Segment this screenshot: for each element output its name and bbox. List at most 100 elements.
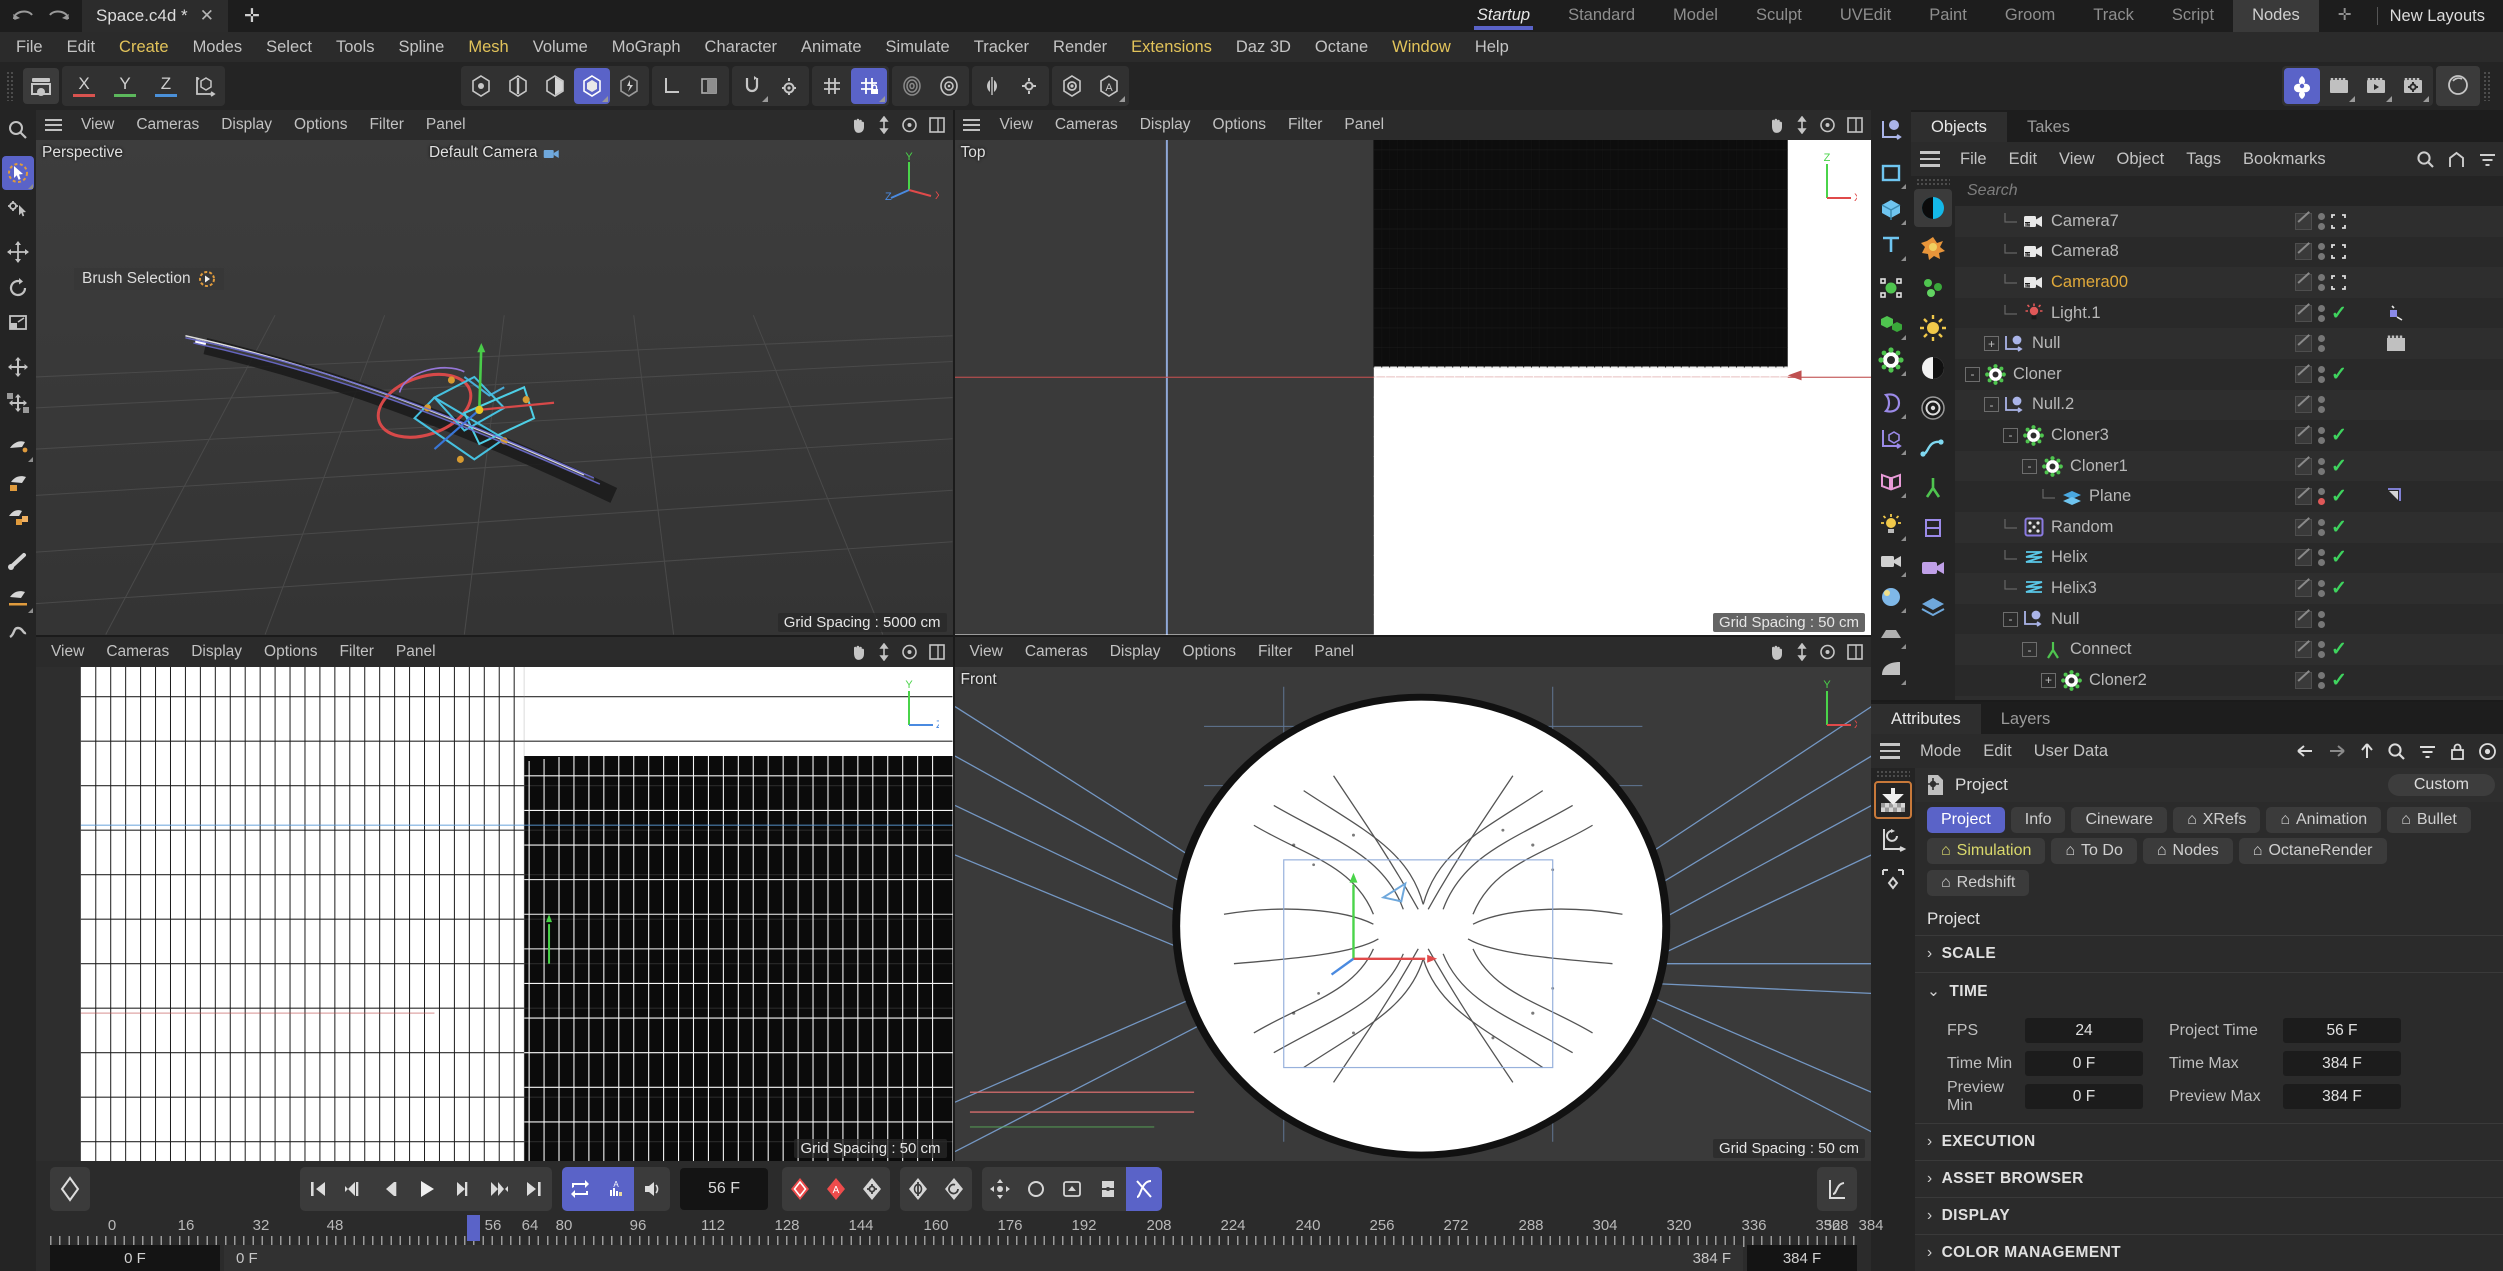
previous-frame-icon[interactable] — [372, 1167, 408, 1211]
camera-palette-icon[interactable] — [1914, 549, 1952, 587]
key-interpolation-icon[interactable] — [1090, 1167, 1126, 1211]
enabled-check-icon[interactable]: ✓ — [2331, 487, 2347, 506]
axis-mode-icon[interactable] — [654, 68, 690, 104]
axis-icon[interactable] — [1875, 422, 1907, 456]
add-layout-icon[interactable]: ✛ — [2319, 0, 2371, 32]
field-input[interactable]: 0 F — [2025, 1084, 2143, 1109]
enabled-check-icon[interactable]: ✓ — [2331, 579, 2347, 598]
viewport-top-canvas[interactable]: Top Z X Grid Spacing : 50 cm — [955, 140, 1872, 635]
axis-center-icon[interactable] — [1874, 861, 1912, 899]
enabled-check-icon[interactable]: ✓ — [2331, 640, 2347, 659]
collapse-icon[interactable]: - — [2003, 428, 2018, 443]
field-input[interactable]: 384 F — [2283, 1084, 2401, 1109]
object-tree-row[interactable]: -Cloner1✓ — [1955, 451, 2503, 482]
connector-icon[interactable] — [1914, 469, 1952, 507]
visibility-dots[interactable] — [2318, 519, 2325, 536]
maximize-view-icon[interactable] — [929, 117, 945, 133]
enabled-check-icon[interactable]: ✓ — [2331, 548, 2347, 567]
import-icon[interactable] — [1874, 781, 1912, 819]
timeline-playhead[interactable] — [467, 1215, 480, 1241]
editor-toggle-icon[interactable] — [2295, 641, 2312, 658]
menu-mesh[interactable]: Mesh — [456, 38, 520, 57]
zoom-vertical-icon[interactable] — [1796, 643, 1808, 661]
object-tags[interactable] — [2385, 334, 2407, 354]
viewport-menu-cameras[interactable]: Cameras — [125, 116, 210, 134]
visibility-dots[interactable] — [2318, 458, 2325, 475]
visibility-dots[interactable] — [2318, 335, 2325, 352]
cloner-icon[interactable] — [1875, 343, 1907, 377]
render-picture-icon[interactable] — [1054, 68, 1090, 104]
forward-arrow-icon[interactable] — [2327, 742, 2347, 760]
render-box-icon[interactable] — [2331, 244, 2346, 259]
enabled-check-icon[interactable]: ✓ — [2331, 365, 2347, 384]
deformer-icon[interactable] — [1875, 271, 1907, 305]
expand-icon[interactable]: + — [2041, 673, 2056, 688]
preset-chip[interactable]: Custom — [2388, 774, 2495, 796]
home-icon[interactable] — [2447, 150, 2466, 169]
attr-tab-info[interactable]: Info — [2011, 807, 2066, 833]
render-box-icon[interactable] — [2331, 214, 2346, 229]
timeline-preview-strip[interactable]: 0 F 384 F — [224, 1245, 1743, 1271]
layout-tab-nodes[interactable]: Nodes — [2233, 0, 2319, 32]
move-object-icon[interactable] — [2, 386, 34, 420]
filter-icon[interactable] — [2478, 150, 2497, 169]
sun-icon[interactable] — [1914, 309, 1952, 347]
viewport-menu-options[interactable]: Options — [253, 643, 328, 661]
objects-menu-view[interactable]: View — [2048, 150, 2105, 169]
next-keyframe-icon[interactable] — [480, 1167, 516, 1211]
current-frame-field[interactable]: 56 F — [680, 1168, 768, 1210]
viewport-menu-display[interactable]: Display — [1129, 116, 1202, 134]
palette-grip[interactable] — [1876, 770, 1910, 779]
menu-volume[interactable]: Volume — [521, 38, 600, 57]
menu-window[interactable]: Window — [1380, 38, 1463, 57]
point-level-animation-icon[interactable] — [982, 1167, 1018, 1211]
menu-extensions[interactable]: Extensions — [1119, 38, 1224, 57]
viewport-menu-cameras[interactable]: Cameras — [95, 643, 180, 661]
object-tree-row[interactable]: -Connect✓ — [1955, 634, 2503, 665]
search-icon[interactable] — [2387, 742, 2406, 761]
object-tree-row[interactable]: Spline Wrap✓ — [1955, 696, 2503, 701]
object-name[interactable]: Camera7 — [2051, 212, 2119, 231]
undo-icon[interactable] — [10, 5, 36, 27]
editor-toggle-icon[interactable] — [2295, 274, 2312, 291]
scale-icon[interactable] — [2, 307, 34, 341]
cube-icon[interactable] — [1875, 192, 1907, 226]
layout-tab-standard[interactable]: Standard — [1549, 0, 1654, 32]
zoom-vertical-icon[interactable] — [878, 116, 890, 134]
document-tab[interactable]: Space.c4d * ✕ — [82, 0, 228, 32]
sky-icon[interactable] — [1914, 349, 1952, 387]
viewport-right[interactable]: View Cameras Display Options Filter Pane… — [36, 637, 953, 1162]
floor-icon[interactable] — [1875, 616, 1907, 650]
object-name[interactable]: Helix — [2051, 548, 2088, 567]
render-to-picture-viewer-icon[interactable] — [2321, 68, 2357, 104]
camera-icon[interactable] — [1875, 544, 1907, 578]
enabled-check-icon[interactable]: ✓ — [2331, 457, 2347, 476]
back-arrow-icon[interactable] — [2295, 742, 2315, 760]
editor-toggle-icon[interactable] — [2295, 427, 2312, 444]
render-view-icon[interactable] — [894, 68, 930, 104]
viewport-menu-options[interactable]: Options — [1172, 643, 1247, 661]
render-box-icon[interactable] — [2331, 275, 2346, 290]
editor-toggle-icon[interactable] — [2295, 580, 2312, 597]
rotation-key-icon[interactable] — [936, 1167, 972, 1211]
layout-tab-model[interactable]: Model — [1654, 0, 1737, 32]
axis-lock-x[interactable]: X — [64, 68, 104, 104]
visibility-dots[interactable] — [2318, 611, 2325, 628]
objects-menu-edit[interactable]: Edit — [1998, 150, 2048, 169]
editor-toggle-icon[interactable] — [2295, 243, 2312, 260]
move-all-icon[interactable] — [2, 350, 34, 384]
menu-octane[interactable]: Octane — [1303, 38, 1380, 57]
objects-menu-object[interactable]: Object — [2106, 150, 2176, 169]
visibility-dots[interactable] — [2318, 243, 2325, 260]
attr-tab-animation[interactable]: ⌂Animation — [2266, 807, 2381, 833]
spline-icon[interactable] — [1914, 429, 1952, 467]
menu-render[interactable]: Render — [1041, 38, 1119, 57]
object-tree-row[interactable]: -Cloner✓ — [1955, 359, 2503, 390]
editor-toggle-icon[interactable] — [2295, 396, 2312, 413]
object-tree-row[interactable]: STCamera7 — [1955, 206, 2503, 237]
viewport-menu-view[interactable]: View — [70, 116, 125, 134]
visibility-dots[interactable] — [2318, 274, 2325, 291]
objects-menu-bookmarks[interactable]: Bookmarks — [2232, 150, 2337, 169]
viewport-menu-panel[interactable]: Panel — [385, 643, 447, 661]
toolbar-grip[interactable] — [6, 71, 15, 101]
